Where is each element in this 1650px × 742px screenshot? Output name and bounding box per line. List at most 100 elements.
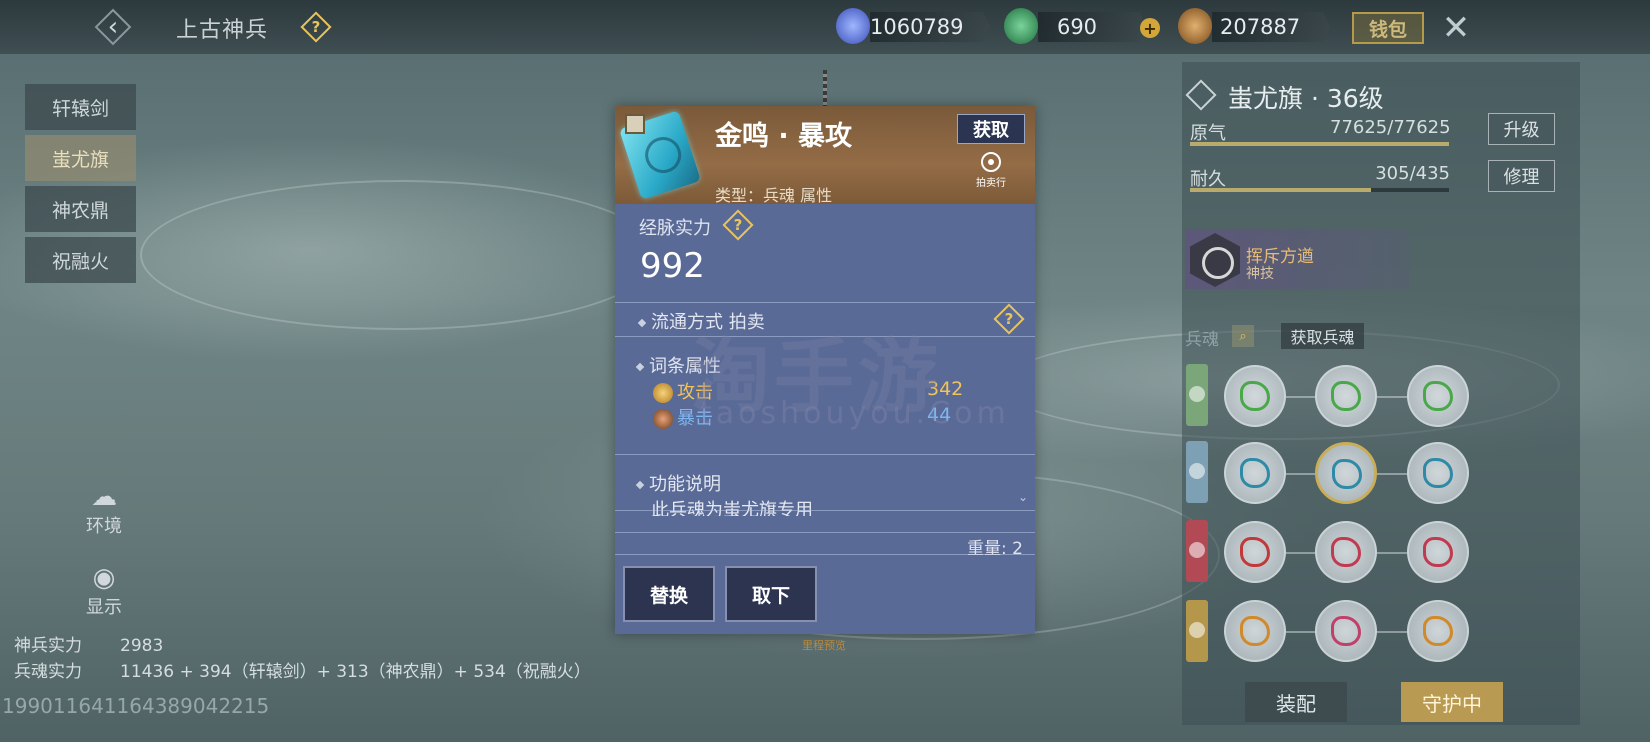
chevron-left-icon: ‹ xyxy=(107,12,119,42)
slot-connector xyxy=(1286,552,1315,554)
attr-section-label: 词条属性 xyxy=(635,352,721,378)
hanging-chain xyxy=(823,70,827,108)
func-section-label: 功能说明 xyxy=(635,470,721,496)
soul-slot[interactable] xyxy=(1315,521,1377,583)
func-description[interactable]: 此兵魂为蚩尤旗专用 xyxy=(651,496,1011,516)
tab-shennong-cauldron[interactable]: 神农鼎 xyxy=(25,186,136,232)
player-uid: 1990116411643890422​15 xyxy=(2,694,270,718)
replace-button[interactable]: 替换 xyxy=(623,566,715,622)
upgrade-button[interactable]: 升级 xyxy=(1488,113,1555,145)
qi-bar-fill xyxy=(1190,142,1449,146)
item-name: 金鸣 · 暴攻 xyxy=(715,121,853,152)
divider xyxy=(615,302,1035,303)
skill-type: 神技 xyxy=(1246,266,1274,282)
divider xyxy=(615,532,1035,533)
currency-jade: 690 xyxy=(1038,12,1146,42)
soul-emblem-icon xyxy=(1423,458,1453,488)
soul-detail-card: 金鸣 · 暴攻 获取 拍卖行 类型：兵魂 属性 经脉实力 ? 992 流通方式 … xyxy=(615,106,1035,634)
card-footer-text: 里程预览 xyxy=(802,639,846,652)
soul-emblem-icon xyxy=(1423,537,1453,567)
equip-button[interactable]: 装配 xyxy=(1245,682,1347,722)
soul-slot[interactable] xyxy=(1224,521,1286,583)
durability-bar-fill xyxy=(1190,188,1372,192)
power-help-icon[interactable]: ? xyxy=(725,212,751,238)
auction-icon xyxy=(981,152,1001,172)
soul-row-tag xyxy=(1186,364,1208,426)
soul-slot[interactable] xyxy=(1407,600,1469,662)
auction-house-button[interactable]: 拍卖行 xyxy=(973,152,1009,189)
tab-chiyou-banner[interactable]: 蚩尤旗 xyxy=(25,135,136,181)
watermark-url: taoshouyou.Com xyxy=(700,396,1010,431)
slot-connector xyxy=(1377,473,1407,475)
divider xyxy=(615,454,1035,455)
cloud-swirl xyxy=(140,180,660,330)
soul-power-row: 兵魂实力 11436 + 394（轩辕剑）+ 313（神农鼎）+ 534（祝融火） xyxy=(14,657,591,682)
blue-crystal-icon xyxy=(836,8,870,44)
item-type: 类型：兵魂 属性 xyxy=(715,186,833,205)
currency-crystal: 1060789 xyxy=(870,12,990,42)
divider xyxy=(615,510,1035,511)
circulation-help-icon[interactable]: ? xyxy=(996,306,1022,332)
tab-xuanyuan-sword[interactable]: 轩辕剑 xyxy=(25,84,136,130)
qi-bar xyxy=(1190,142,1449,146)
currency-coin: 207887 xyxy=(1212,12,1330,42)
auction-caption: 拍卖行 xyxy=(976,178,1006,189)
soul-emblem-icon xyxy=(1331,381,1361,411)
add-currency-button[interactable]: + xyxy=(1140,18,1160,38)
soul-emblem-icon xyxy=(1332,459,1362,489)
repair-button[interactable]: 修理 xyxy=(1488,160,1555,192)
environment-label: 环境 xyxy=(86,516,122,537)
acquire-button[interactable]: 获取 xyxy=(957,114,1025,144)
soul-power-value: 11436 + 394（轩辕剑）+ 313（神农鼎）+ 534（祝融火） xyxy=(120,662,591,682)
qi-value: 77625/77625 xyxy=(1330,117,1451,138)
back-button[interactable]: ‹ xyxy=(94,8,132,46)
display-label: 显示 xyxy=(86,597,122,618)
wallet-button[interactable]: 钱包 xyxy=(1352,12,1424,44)
soul-row-tag xyxy=(1186,441,1208,503)
soul-slot[interactable] xyxy=(1407,521,1469,583)
divider xyxy=(615,336,1035,337)
soul-emblem-icon xyxy=(1240,537,1270,567)
slot-connector xyxy=(1377,552,1407,554)
soul-row-tag xyxy=(1186,520,1208,582)
soul-slot[interactable] xyxy=(1407,442,1469,504)
soul-power-label: 兵魂实力 xyxy=(14,662,82,682)
remove-button[interactable]: 取下 xyxy=(725,566,817,622)
attack-icon xyxy=(653,383,673,403)
soul-slot[interactable] xyxy=(1224,600,1286,662)
slot-connector xyxy=(1286,631,1315,633)
crit-icon xyxy=(653,409,673,429)
close-icon[interactable]: ✕ xyxy=(1438,8,1474,48)
chevron-down-icon[interactable]: ⌄ xyxy=(1018,490,1028,504)
soul-slot[interactable] xyxy=(1224,442,1286,504)
slot-connector xyxy=(1377,396,1407,398)
durability-bar xyxy=(1190,188,1449,192)
soul-row-tag xyxy=(1186,600,1208,662)
weapon-power-row: 神兵实力 2983 xyxy=(14,631,163,656)
meridian-power-label: 经脉实力 xyxy=(639,218,711,239)
help-icon[interactable]: ? xyxy=(303,14,329,40)
meridian-power-value: 992 xyxy=(640,246,705,286)
bullet-icon xyxy=(635,480,645,490)
soul-slot[interactable] xyxy=(1224,365,1286,427)
soul-slot[interactable] xyxy=(1407,365,1469,427)
soul-slot[interactable] xyxy=(1315,365,1377,427)
circulation-text: 流通方式 拍卖 xyxy=(651,312,765,333)
get-soul-button[interactable]: 获取兵魂 xyxy=(1281,323,1364,349)
item-badge-icon xyxy=(625,114,645,134)
currency-coin-value: 207887 xyxy=(1220,15,1301,39)
currency-jade-value: 690 xyxy=(1056,15,1098,39)
green-jade-icon xyxy=(1004,8,1038,44)
bullet-icon xyxy=(635,362,645,372)
search-icon[interactable]: ⌕ xyxy=(1232,325,1254,347)
display-button[interactable]: ◉ 显示 xyxy=(80,563,128,619)
slot-connector xyxy=(1377,631,1407,633)
soul-slot[interactable] xyxy=(1315,600,1377,662)
bullet-icon xyxy=(637,318,647,328)
slot-connector xyxy=(1286,473,1315,475)
bronze-coin-icon xyxy=(1178,8,1212,44)
soul-slot[interactable] xyxy=(1315,442,1377,504)
tab-zhurong-fire[interactable]: 祝融火 xyxy=(25,237,136,283)
guarding-button[interactable]: 守护中 xyxy=(1401,682,1503,722)
environment-button[interactable]: ☁ 环境 xyxy=(80,482,128,538)
